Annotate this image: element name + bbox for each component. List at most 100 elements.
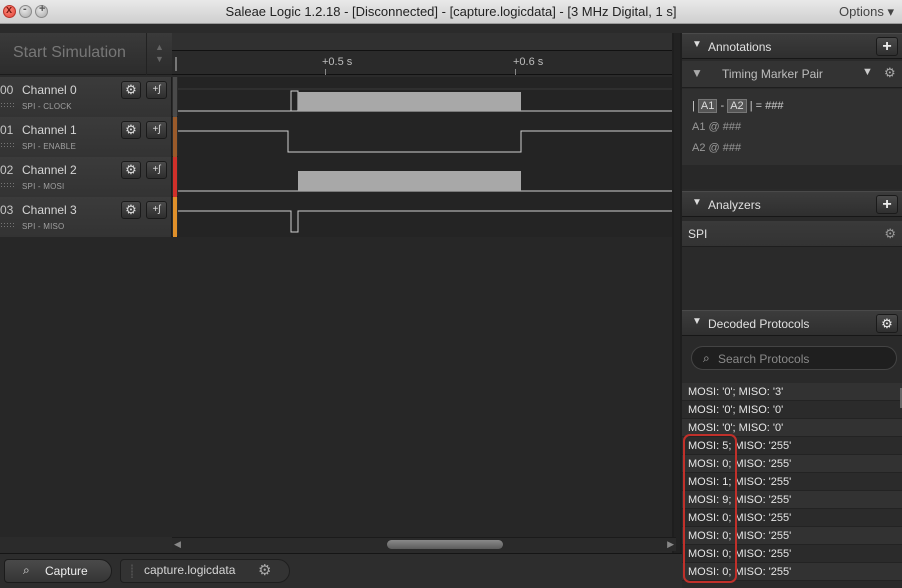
- waveform-svg: [178, 88, 672, 112]
- channel-name[interactable]: Channel 1: [22, 123, 77, 137]
- channel-analyzer-label: SPI - CLOCK: [22, 102, 72, 111]
- decoded-protocols-settings-button[interactable]: ⚙: [876, 314, 898, 333]
- channel-color-strip: [173, 77, 177, 117]
- marker-a1-badge[interactable]: A1: [697, 99, 718, 113]
- dropdown-arrow-icon[interactable]: ▼: [862, 66, 873, 78]
- enable-signal-line: [178, 130, 672, 153]
- gear-icon[interactable]: ⚙: [884, 226, 896, 242]
- spin-down-icon[interactable]: ▼: [155, 54, 164, 64]
- spin-up-icon[interactable]: ▲: [155, 42, 164, 52]
- channel-row: 02 Channel 2 SPI - MOSI ⚙ +ʃ: [0, 157, 672, 197]
- delta-prefix: |: [692, 100, 695, 112]
- miso-signal-line: [178, 210, 672, 233]
- tab-capture-label: Capture: [45, 564, 88, 578]
- drag-handle-icon[interactable]: [0, 222, 14, 228]
- channel-label[interactable]: 02 Channel 2 SPI - MOSI ⚙ +ʃ: [0, 157, 172, 197]
- clock-burst-edge: [290, 90, 299, 112]
- channel-settings-button[interactable]: ⚙: [121, 81, 141, 99]
- analyzers-header[interactable]: ▼ Analyzers +: [682, 191, 902, 217]
- timeline-tick-label: +0.5 s: [322, 56, 353, 68]
- scroll-right-icon[interactable]: ▶: [667, 539, 674, 550]
- analyzers-empty-area: [682, 247, 902, 309]
- options-menu[interactable]: Options ▾: [839, 4, 894, 20]
- mosi-burst-block: [298, 171, 521, 191]
- timing-marker-pair-row[interactable]: ▼ Timing Marker Pair ▼ ⚙: [682, 61, 902, 88]
- window-title: Saleae Logic 1.2.18 - [Disconnected] - […: [225, 4, 677, 19]
- channel-trigger-button[interactable]: +ʃ: [146, 121, 167, 139]
- list-item[interactable]: MOSI: '0'; MISO: '3': [682, 383, 902, 401]
- horizontal-scroll-thumb[interactable]: [387, 540, 503, 549]
- gear-icon[interactable]: ⚙: [884, 65, 896, 81]
- collapse-triangle-icon[interactable]: ▼: [692, 316, 702, 327]
- channel-analyzer-label: SPI - ENABLE: [22, 142, 76, 151]
- channel-number: 03: [0, 203, 14, 217]
- channel-analyzer-label: SPI - MOSI: [22, 182, 65, 191]
- simulation-bar: Start Simulation ▲ ▼: [0, 33, 172, 75]
- channel-name[interactable]: Channel 0: [22, 83, 77, 97]
- channel-waveform[interactable]: [178, 77, 672, 117]
- channel-trigger-button[interactable]: +ʃ: [146, 201, 167, 219]
- tab-drag-handle-icon[interactable]: [131, 564, 133, 578]
- marker-a1-time: A1 @ ###: [692, 121, 742, 133]
- channel-row: 01 Channel 1 SPI - ENABLE ⚙ +ʃ: [0, 117, 672, 157]
- add-annotation-button[interactable]: +: [876, 37, 898, 56]
- timeline-ruler[interactable]: +0.5 s +0.6 s: [172, 33, 676, 75]
- channel-row: 03 Channel 3 SPI - MISO ⚙ +ʃ: [0, 197, 672, 237]
- channel-label[interactable]: 01 Channel 1 SPI - ENABLE ⚙ +ʃ: [0, 117, 172, 157]
- channel-label[interactable]: 03 Channel 3 SPI - MISO ⚙ +ʃ: [0, 197, 172, 237]
- bottom-tab-bar: ⌕ Capture capture.logicdata ⚙: [0, 553, 682, 588]
- marker-a2-time: A2 @ ###: [692, 142, 742, 154]
- tab-capture-file[interactable]: capture.logicdata: [144, 563, 235, 577]
- channel-waveform[interactable]: [178, 117, 672, 157]
- scroll-left-icon[interactable]: ◀: [174, 539, 181, 550]
- search-protocols-area: ⌕: [682, 338, 902, 382]
- channel-name[interactable]: Channel 2: [22, 163, 77, 177]
- marker-a2-badge[interactable]: A2: [727, 99, 747, 113]
- title-bar: x - + Saleae Logic 1.2.18 - [Disconnecte…: [0, 0, 902, 24]
- drag-handle-icon[interactable]: [0, 102, 14, 108]
- add-analyzer-button[interactable]: +: [876, 195, 898, 214]
- channel-settings-button[interactable]: ⚙: [121, 161, 141, 179]
- start-simulation-button[interactable]: Start Simulation: [0, 33, 146, 75]
- channel-waveform[interactable]: [178, 197, 672, 237]
- channel-number: 02: [0, 163, 14, 177]
- channel-settings-button[interactable]: ⚙: [121, 201, 141, 219]
- channel-list: 00 Channel 0 SPI - CLOCK ⚙ +ʃ 01 Channel…: [0, 77, 672, 237]
- search-protocols-box[interactable]: ⌕: [691, 346, 897, 370]
- waveform-svg: [178, 210, 672, 233]
- channel-name[interactable]: Channel 3: [22, 203, 77, 217]
- horizontal-scrollbar[interactable]: ◀ ▶: [172, 537, 676, 551]
- timeline-tick: [325, 69, 326, 75]
- annotations-spacer: [682, 165, 902, 189]
- annotations-header[interactable]: ▼ Annotations +: [682, 33, 902, 59]
- vertical-scrollbar[interactable]: [674, 33, 680, 553]
- timeline-overview[interactable]: [172, 33, 676, 51]
- annotation-values: | A1 - A2 | = ### A1 @ ### A2 @ ###: [682, 89, 902, 165]
- search-icon: ⌕: [23, 563, 30, 577]
- channel-analyzer-label: SPI - MISO: [22, 222, 65, 231]
- list-item[interactable]: MOSI: '0'; MISO: '0': [682, 401, 902, 419]
- search-icon: ⌕: [703, 351, 710, 365]
- highlight-annotation-box: [683, 434, 737, 583]
- channel-trigger-button[interactable]: +ʃ: [146, 161, 167, 179]
- collapse-triangle-icon[interactable]: ▼: [692, 39, 702, 50]
- search-protocols-input[interactable]: [718, 350, 888, 367]
- simulation-spinner[interactable]: ▲ ▼: [146, 33, 172, 75]
- collapse-triangle-icon[interactable]: ▼: [692, 197, 702, 208]
- channel-settings-button[interactable]: ⚙: [121, 121, 141, 139]
- analyzer-item-spi[interactable]: SPI ⚙: [682, 221, 902, 247]
- channel-color-strip: [173, 197, 177, 237]
- channel-color-strip: [173, 117, 177, 157]
- tab-capture[interactable]: ⌕ Capture: [4, 559, 112, 583]
- channel-waveform[interactable]: [178, 157, 672, 197]
- timeline-left-edge: [175, 57, 177, 71]
- waveform-empty-area[interactable]: [0, 237, 672, 537]
- gear-icon[interactable]: ⚙: [258, 561, 271, 579]
- drag-handle-icon[interactable]: [0, 182, 14, 188]
- annotations-title: Annotations: [708, 40, 772, 54]
- channel-trigger-button[interactable]: +ʃ: [146, 81, 167, 99]
- channel-label[interactable]: 00 Channel 0 SPI - CLOCK ⚙ +ʃ: [0, 77, 172, 117]
- decoded-protocols-header[interactable]: ▼ Decoded Protocols ⚙: [682, 310, 902, 336]
- timeline-tick-label: +0.6 s: [513, 56, 544, 68]
- drag-handle-icon[interactable]: [0, 142, 14, 148]
